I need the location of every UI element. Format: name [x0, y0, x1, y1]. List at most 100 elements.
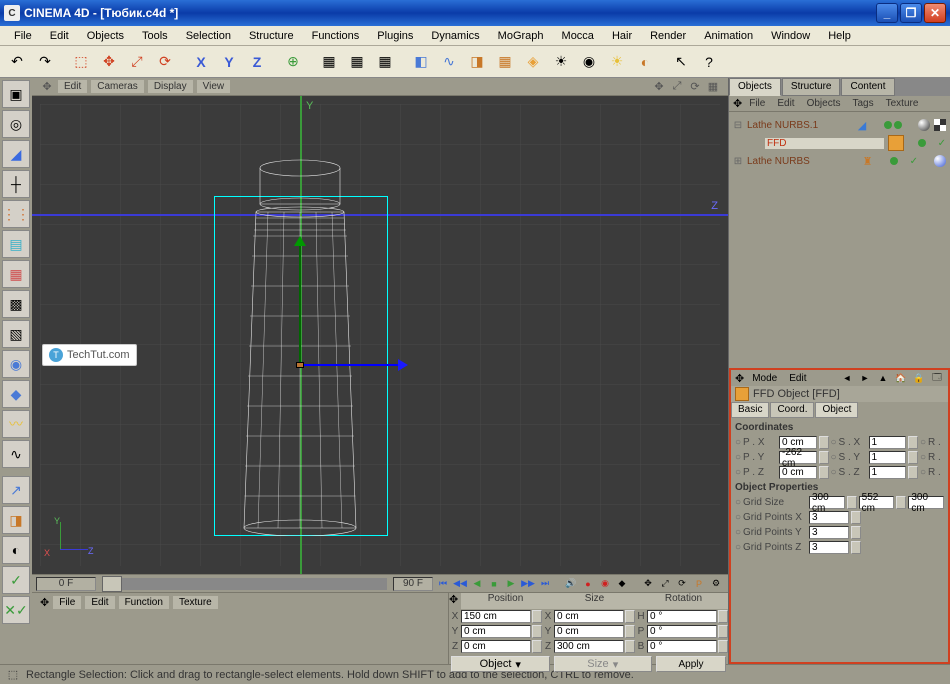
x-axis-button[interactable]: X	[188, 49, 214, 75]
goto-end-button[interactable]: ⏭	[537, 577, 553, 591]
grid-points-field[interactable]: 3	[809, 541, 849, 554]
array-button[interactable]: ▦	[492, 49, 518, 75]
autokey-button[interactable]: ◉	[597, 577, 613, 591]
polygon-mode-button[interactable]: ▦	[2, 260, 30, 288]
size-field[interactable]: 0 cm	[554, 625, 624, 638]
size-mode-select[interactable]: Size▾	[554, 656, 653, 672]
tree-row-lathe-nurbs-1[interactable]: ⊟ Lathe NURBS.1 ◢	[733, 116, 946, 134]
view-cameras-menu[interactable]: Cameras	[91, 80, 144, 93]
view-edit-menu[interactable]: Edit	[58, 80, 87, 93]
objects-tags-menu[interactable]: Tags	[847, 97, 878, 110]
eraser-tool-button[interactable]: ◆	[2, 380, 30, 408]
menu-functions[interactable]: Functions	[304, 28, 368, 44]
check-layout-button[interactable]: ✓	[2, 566, 30, 594]
menu-file[interactable]: File	[6, 28, 40, 44]
spinner[interactable]	[718, 610, 728, 623]
tree-row-lathe-nurbs[interactable]: ⊞ Lathe NURBS ♜ ✓	[733, 152, 946, 170]
spinner[interactable]	[625, 625, 635, 638]
menu-dynamics[interactable]: Dynamics	[423, 28, 487, 44]
axis-tool-button[interactable]: ◢	[2, 140, 30, 168]
visibility-dot-render[interactable]	[894, 121, 902, 129]
view-layout-icon[interactable]: ▦	[706, 80, 720, 94]
size-field[interactable]: 300 cm	[554, 640, 624, 653]
menu-hair[interactable]: Hair	[604, 28, 640, 44]
spinner[interactable]	[908, 451, 918, 464]
spinner[interactable]	[625, 640, 635, 653]
rot-key-button[interactable]: ⟳	[674, 577, 690, 591]
menu-edit[interactable]: Edit	[42, 28, 77, 44]
tab-objects[interactable]: Objects	[729, 78, 781, 96]
attr-lock-button[interactable]: 🔒	[912, 371, 926, 385]
material-function-menu[interactable]: Function	[119, 596, 169, 609]
attr-new-window-button[interactable]: 🗔	[930, 371, 944, 385]
coord-handle-icon[interactable]: ✥	[449, 593, 461, 609]
spinner[interactable]	[532, 625, 542, 638]
material-edit-menu[interactable]: Edit	[85, 596, 114, 609]
scale-tool[interactable]: ⤢	[124, 49, 150, 75]
view-rotate-icon[interactable]: ⟳	[688, 80, 702, 94]
edge-mode-button[interactable]: ▤	[2, 230, 30, 258]
spinner[interactable]	[819, 451, 829, 464]
tab-content[interactable]: Content	[841, 78, 894, 96]
gizmo-z-arrow[interactable]	[300, 364, 400, 366]
objects-handle-icon[interactable]: ✥	[733, 97, 742, 110]
point-mode-button[interactable]: ⋮⋮	[2, 200, 30, 228]
texture-mode-button[interactable]: ▩	[2, 290, 30, 318]
spinner[interactable]	[532, 610, 542, 623]
play-button[interactable]: ▶	[503, 577, 519, 591]
param-key-button[interactable]: P	[691, 577, 707, 591]
primitive-cube-button[interactable]: ◧	[408, 49, 434, 75]
prim-layout-button[interactable]: ◨	[2, 506, 30, 534]
object-tree[interactable]: ⊟ Lathe NURBS.1 ◢ FFD ✓ ⊞ Lathe NU	[729, 112, 950, 368]
goto-start-button[interactable]: ⏮	[435, 577, 451, 591]
help-button[interactable]: ?	[696, 49, 722, 75]
tag-texture-icon[interactable]	[934, 119, 946, 131]
menu-animation[interactable]: Animation	[696, 28, 761, 44]
attr-edit-menu[interactable]: Edit	[785, 372, 810, 385]
objects-file-menu[interactable]: File	[744, 97, 770, 110]
spinner[interactable]	[908, 436, 918, 449]
view-handle-icon[interactable]: ✥	[40, 80, 54, 94]
tab-structure[interactable]: Structure	[782, 78, 841, 96]
tree-row-ffd[interactable]: FFD ✓	[733, 134, 946, 152]
size-field[interactable]: 0 cm	[554, 610, 624, 623]
default-layout-button[interactable]: ↗	[2, 476, 30, 504]
material-handle-icon[interactable]: ✥	[40, 596, 49, 609]
spinner[interactable]	[896, 496, 906, 509]
menu-selection[interactable]: Selection	[178, 28, 239, 44]
visibility-dot-editor[interactable]	[918, 139, 926, 147]
view-view-menu[interactable]: View	[197, 80, 231, 93]
prev-keyframe-button[interactable]: ◀◀	[452, 577, 468, 591]
pos-field[interactable]: 0 cm	[779, 466, 817, 479]
grid-size-z-field[interactable]: 300 cm	[908, 496, 944, 509]
view-pan-icon[interactable]: ✥	[652, 80, 666, 94]
grid-points-field[interactable]: 3	[809, 511, 849, 524]
y-axis-button[interactable]: Y	[216, 49, 242, 75]
current-frame-field[interactable]: 0 F	[36, 577, 96, 591]
scale-field[interactable]: 1	[869, 466, 907, 479]
tab-basic[interactable]: Basic	[731, 402, 769, 418]
sound-button[interactable]: 🔊	[563, 577, 579, 591]
environment-button[interactable]: ☀	[548, 49, 574, 75]
pointer-button[interactable]: ↖	[668, 49, 694, 75]
rotation-field[interactable]: 0 °	[647, 625, 717, 638]
menu-window[interactable]: Window	[763, 28, 818, 44]
menu-objects[interactable]: Objects	[79, 28, 132, 44]
camera-button[interactable]: ◉	[576, 49, 602, 75]
tag-phong-icon[interactable]	[918, 119, 930, 131]
timeline-thumb[interactable]	[102, 576, 122, 592]
tag-phong-icon[interactable]	[934, 155, 946, 167]
spline-button[interactable]: ∿	[436, 49, 462, 75]
scale-key-button[interactable]: ⤢	[657, 577, 673, 591]
spinner[interactable]	[851, 526, 861, 539]
undo-button[interactable]: ↶	[4, 49, 30, 75]
particle-button[interactable]: ◐	[632, 49, 658, 75]
objects-objects-menu[interactable]: Objects	[802, 97, 846, 110]
menu-tools[interactable]: Tools	[134, 28, 176, 44]
objects-edit-menu[interactable]: Edit	[772, 97, 799, 110]
magnet-tool-button[interactable]: ∿	[2, 440, 30, 468]
spinner[interactable]	[819, 436, 829, 449]
material-file-menu[interactable]: File	[53, 596, 81, 609]
spinner[interactable]	[718, 625, 728, 638]
spinner[interactable]	[819, 466, 829, 479]
